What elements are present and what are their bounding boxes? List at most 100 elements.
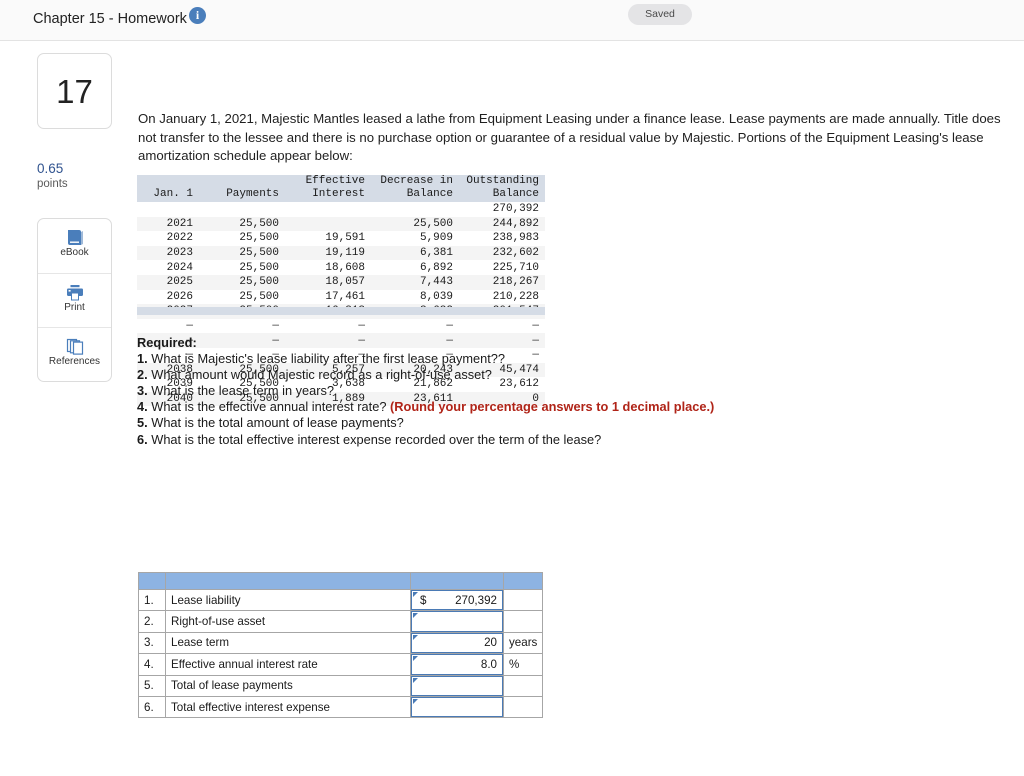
required-item-text: What is the total amount of lease paymen… <box>151 415 404 431</box>
references-button[interactable]: References <box>38 328 111 381</box>
answer-input-cell[interactable] <box>410 674 504 697</box>
amort-cell: 2021 <box>166 217 193 230</box>
amort-col-header: Effective Interest <box>305 175 365 200</box>
amort-cell: 218,267 <box>492 276 539 289</box>
table-row: 2. Right-of-use asset <box>138 610 544 633</box>
points-label: points <box>37 178 68 190</box>
amort-cell: 225,710 <box>492 261 539 274</box>
status-badge: Saved <box>628 4 692 25</box>
required-item: 2. What amount would Majestic record as … <box>137 367 937 383</box>
answer-input-1[interactable]: $270,392 <box>411 590 503 611</box>
amort-col-header: Jan. 1 <box>153 188 193 200</box>
print-label: Print <box>64 301 85 313</box>
amort-cell: 25,500 <box>239 261 279 274</box>
required-item: 1. What is Majestic's lease liability af… <box>137 351 937 367</box>
answer-input-3[interactable]: 20 <box>411 632 503 654</box>
answer-row-number: 3. <box>138 631 166 655</box>
page-title: Chapter 15 - Homework <box>33 11 187 27</box>
amort-cell: 18,608 <box>325 261 365 274</box>
answer-table-header-row <box>138 572 544 590</box>
amort-cell: 2022 <box>166 232 193 245</box>
answer-row-number: 4. <box>138 653 166 676</box>
table-row: 1. Lease liability $270,392 <box>138 588 544 612</box>
amort-cell <box>371 202 459 217</box>
amort-col-header: Decrease in Balance <box>380 175 453 200</box>
references-label: References <box>48 356 101 368</box>
amort-cell: 25,500 <box>413 217 453 230</box>
required-item: 4. What is the effective annual interest… <box>137 399 937 415</box>
question-prompt: On January 1, 2021, Majestic Mantles lea… <box>138 111 1001 164</box>
answer-input-cell[interactable] <box>410 695 504 719</box>
answer-header-cell <box>138 572 166 590</box>
amort-cell: 6,381 <box>419 247 453 260</box>
amort-cell: 19,591 <box>325 232 365 245</box>
table-row: — — — — — <box>137 318 545 334</box>
answer-row-unit: % <box>502 653 544 676</box>
answer-input-cell[interactable] <box>410 610 504 633</box>
answer-row-unit <box>502 610 544 633</box>
amortization-footer-bar <box>137 307 545 315</box>
amort-cell <box>285 217 371 232</box>
amort-cell: 7,443 <box>419 276 453 289</box>
answer-input-6[interactable] <box>411 696 503 718</box>
print-button[interactable]: Print <box>38 274 111 329</box>
required-item-text: What is Majestic's lease liability after… <box>151 351 506 367</box>
table-row: 2024 25,500 18,608 6,892 225,710 <box>137 260 545 275</box>
ebook-button[interactable]: eBook <box>38 219 111 274</box>
book-icon <box>38 219 111 249</box>
table-row: 2026 25,500 17,461 8,039 210,228 <box>137 289 545 305</box>
amort-cell: 2025 <box>166 276 193 289</box>
required-item-number: 2. <box>137 367 152 383</box>
table-row: 2023 25,500 19,119 6,381 232,602 <box>137 245 545 261</box>
amort-cell <box>199 202 285 217</box>
answer-input-value: 8.0 <box>480 657 497 671</box>
answer-input-cell[interactable]: $270,392 <box>410 588 504 612</box>
amort-cell: 244,892 <box>492 217 539 230</box>
answer-row-number: 6. <box>138 695 166 719</box>
table-row: 4. Effective annual interest rate 8.0% <box>138 653 544 676</box>
table-row: 2022 25,500 19,591 5,909 238,983 <box>137 231 545 246</box>
question-number-card: 17 <box>37 53 112 129</box>
info-icon[interactable]: i <box>189 7 206 24</box>
answer-row-label: Effective annual interest rate <box>165 653 411 676</box>
answer-input-2[interactable] <box>411 611 503 632</box>
answer-input-cell[interactable]: 8.0 <box>410 653 504 676</box>
answer-input-4[interactable]: 8.0 <box>411 654 503 675</box>
answer-row-number: 5. <box>138 674 166 697</box>
required-item-text: What is the total effective interest exp… <box>151 431 602 447</box>
table-row: 2021 25,500 25,500 244,892 <box>137 216 545 232</box>
question-rail: 17 0.65 points eBook Print References <box>0 41 130 776</box>
amort-cell: 2023 <box>166 247 193 260</box>
tool-card: eBook Print References <box>37 218 112 382</box>
amort-cell: 270,392 <box>492 203 539 216</box>
required-heading: Required: <box>137 335 197 350</box>
amort-cell: 232,602 <box>492 247 539 260</box>
required-item-text: What is the effective annual interest ra… <box>151 399 387 415</box>
question-number: 17 <box>56 73 93 110</box>
answer-input-5[interactable] <box>411 675 503 696</box>
amort-cell: 238,983 <box>492 232 539 245</box>
table-row: 2025 25,500 18,057 7,443 218,267 <box>137 274 545 290</box>
amort-cell: 25,500 <box>239 247 279 260</box>
answer-row-label: Right-of-use asset <box>165 610 411 633</box>
required-item: 5. What is the total amount of lease pay… <box>137 415 937 431</box>
answer-header-cell <box>165 572 411 590</box>
answer-table: 1. Lease liability $270,392 2. Right-of-use … <box>138 572 544 719</box>
amort-cell: — <box>532 320 539 333</box>
amort-col-header: Payments <box>226 188 279 200</box>
required-item-number: 6. <box>137 431 152 447</box>
amort-cell: — <box>446 320 453 333</box>
answer-input-value: 20 <box>484 636 497 650</box>
answer-row-unit <box>502 695 544 719</box>
answer-input-cell[interactable]: 20 <box>410 631 504 655</box>
required-list: 1. What is Majestic's lease liability af… <box>137 351 937 448</box>
amort-cell: 6,892 <box>419 261 453 274</box>
amort-cell: 18,057 <box>325 276 365 289</box>
answer-row-label: Total of lease payments <box>165 674 411 697</box>
required-item: 3. What is the lease term in years? <box>137 383 937 399</box>
amortization-header: Jan. 1 Payments Effective Interest Decrease… <box>137 175 545 202</box>
printer-icon <box>38 274 111 304</box>
amort-cell: 5,909 <box>419 232 453 245</box>
answer-header-cell <box>502 572 544 590</box>
amort-cell: — <box>186 320 193 333</box>
